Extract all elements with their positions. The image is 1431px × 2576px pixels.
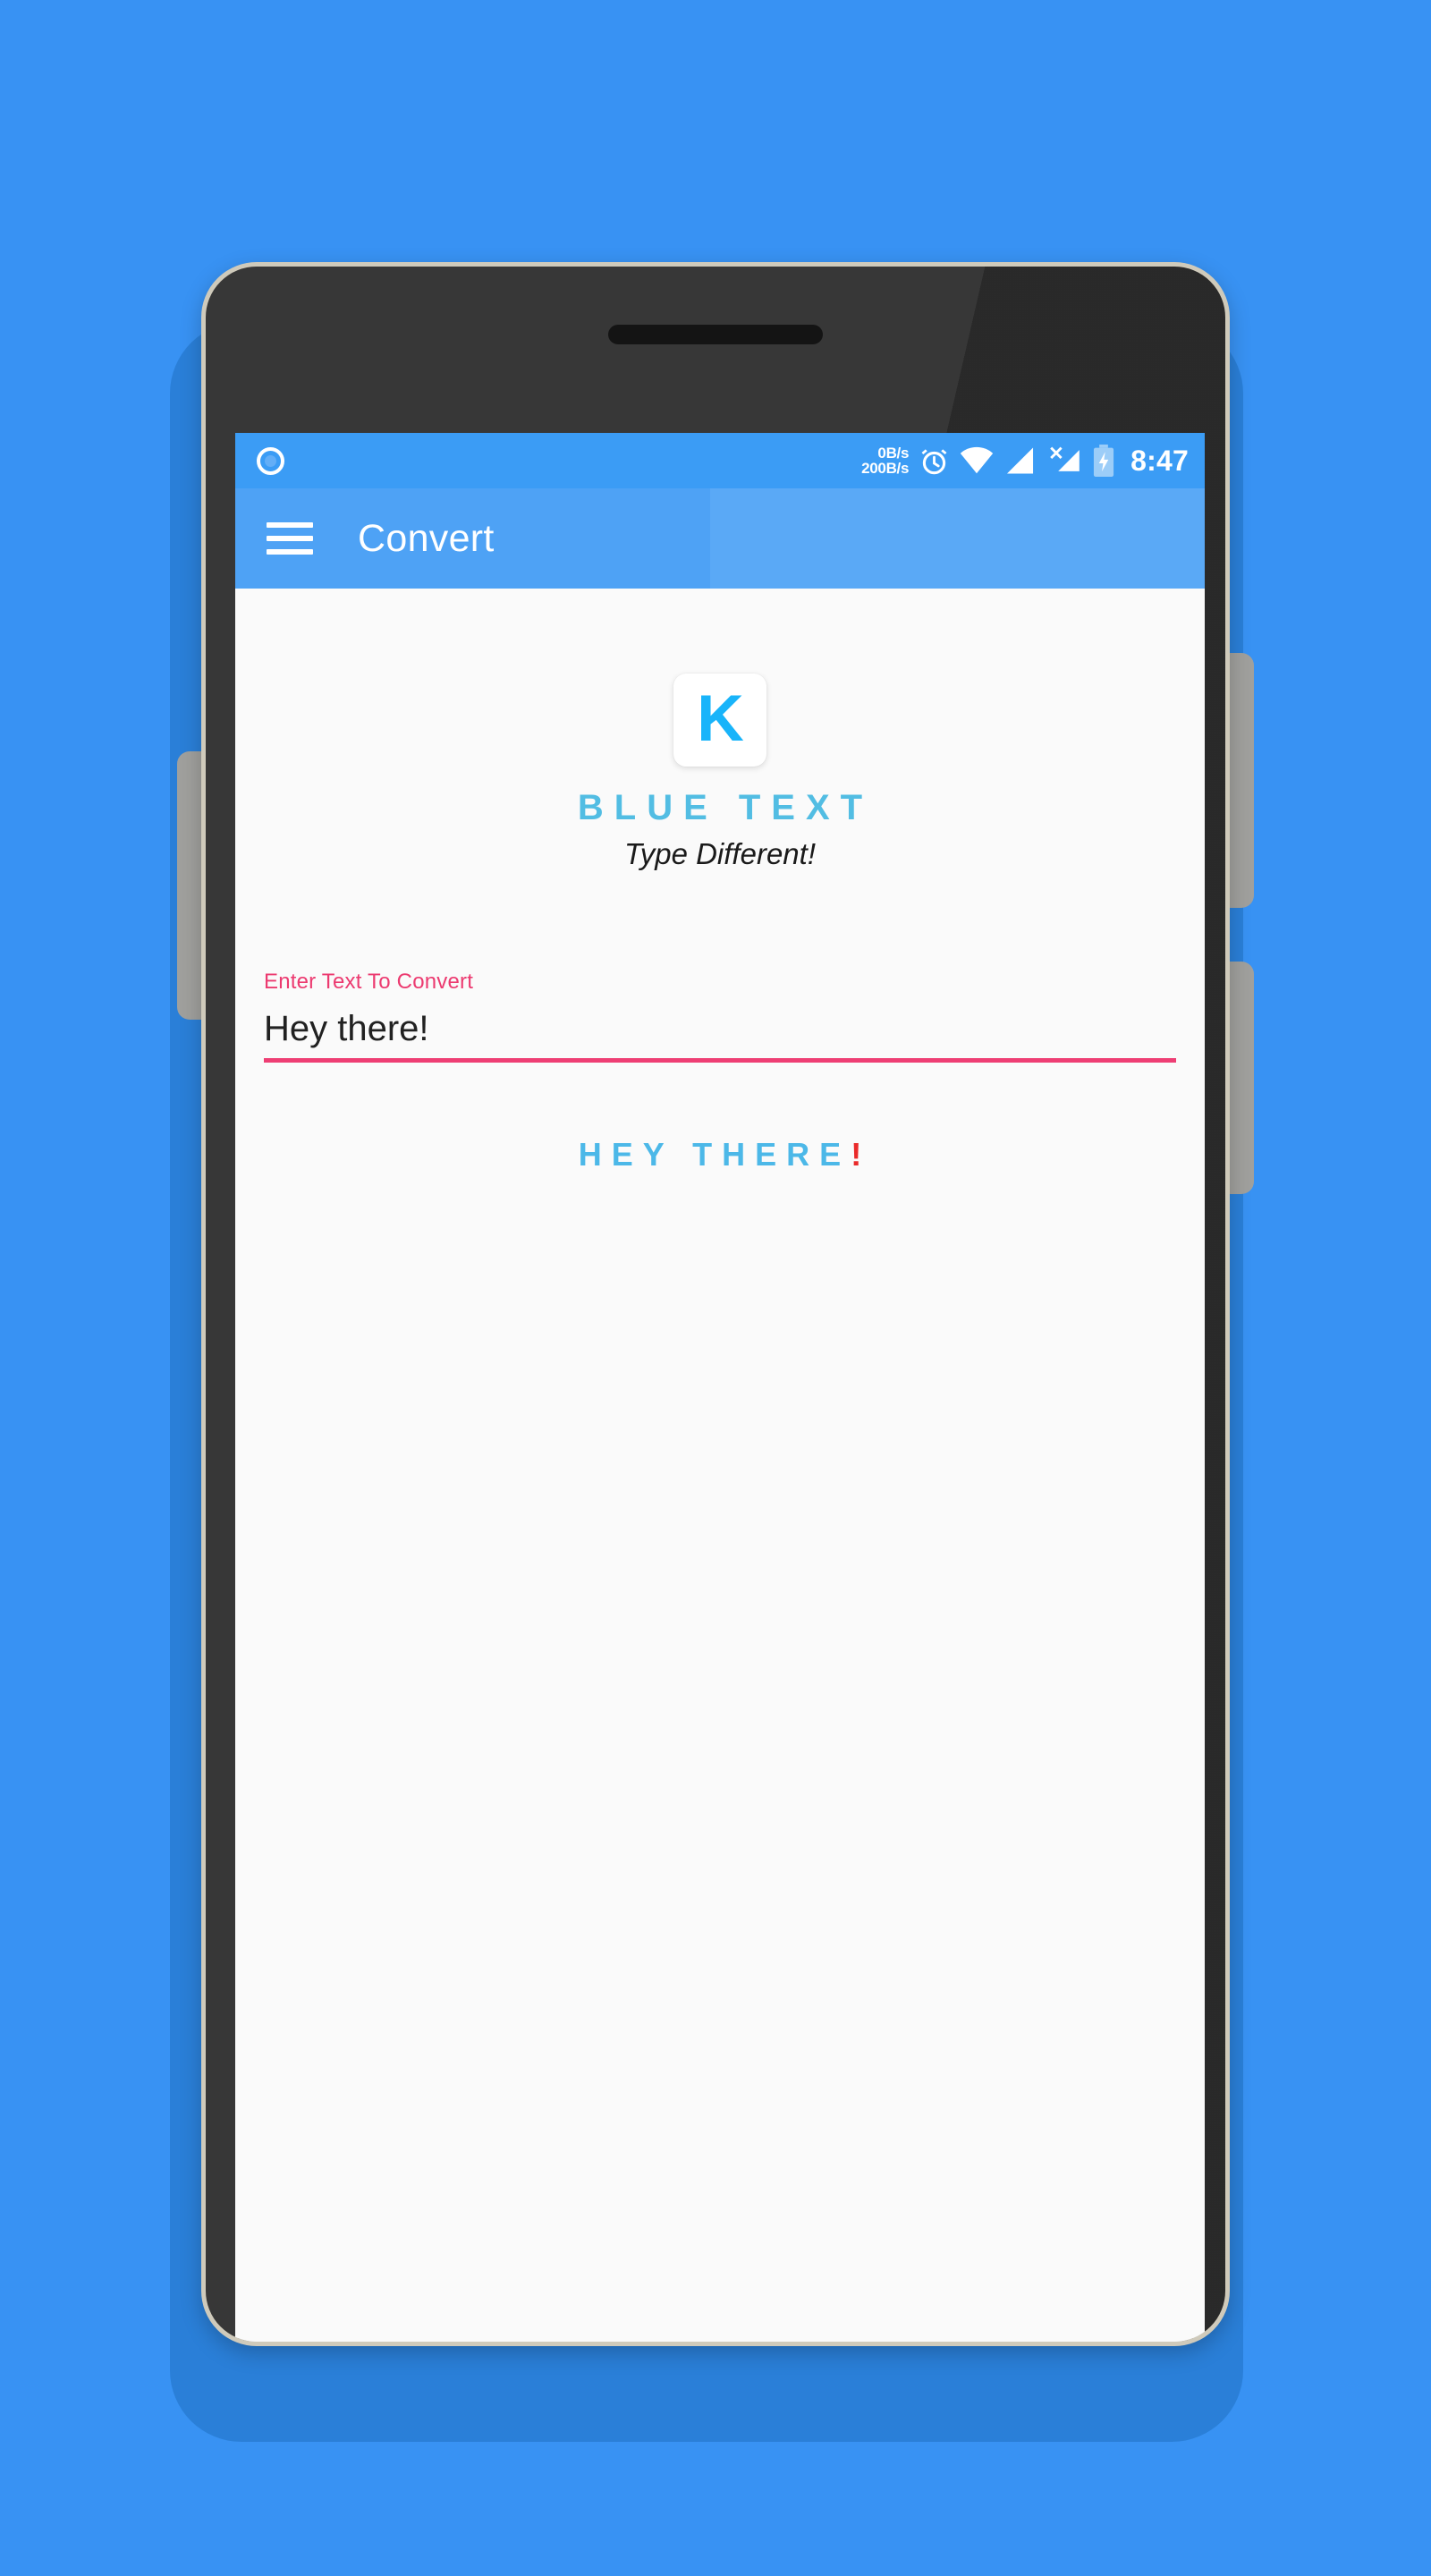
hamburger-menu-icon[interactable] (267, 522, 313, 555)
signal-no-service-icon: ✕ (1046, 445, 1080, 475)
app-bar: Convert (235, 488, 1205, 589)
converted-output-value: HEY THERE (578, 1136, 851, 1173)
status-bar-clock: 8:47 (1130, 444, 1189, 477)
search-input[interactable]: Hey there! (264, 1009, 1176, 1058)
page-title: Convert (358, 516, 495, 560)
convert-input-field[interactable]: Enter Text To Convert Hey there! (264, 970, 1176, 1063)
brand-title: BLUE TEXT (577, 788, 874, 827)
screen-record-indicator-icon (257, 446, 284, 475)
status-bar-left (257, 446, 284, 475)
status-bar: 0B/s 200B/s ✕ 8:47 (235, 433, 1205, 488)
phone-device-frame: 0B/s 200B/s ✕ 8:47 Convert K BLUE TEXT T… (201, 262, 1230, 2346)
status-bar-right: 0B/s 200B/s ✕ 8:47 (861, 445, 1189, 478)
input-label: Enter Text To Convert (264, 970, 474, 994)
signal-icon (1007, 447, 1034, 474)
alarm-icon (921, 449, 947, 475)
app-logo-card: K (673, 674, 766, 767)
brand-tagline: Type Different! (624, 837, 816, 870)
network-speed-down: 200B/s (861, 460, 910, 477)
converted-output-text: HEY THERE! (235, 1136, 1205, 1174)
main-content: K BLUE TEXT Type Different! Enter Text T… (235, 589, 1205, 2342)
app-logo-container: K (235, 674, 1205, 767)
app-logo-letter: K (697, 682, 744, 755)
phone-screen: 0B/s 200B/s ✕ 8:47 Convert K BLUE TEXT T… (235, 433, 1205, 2342)
network-speed-indicator: 0B/s 200B/s (861, 444, 910, 477)
wifi-icon (960, 446, 994, 474)
battery-charging-icon (1094, 445, 1114, 477)
network-speed-up: 0B/s (877, 444, 910, 462)
converted-output-suffix: ! (851, 1136, 872, 1173)
earpiece-speaker-icon (608, 325, 823, 344)
input-underline (264, 1058, 1176, 1063)
